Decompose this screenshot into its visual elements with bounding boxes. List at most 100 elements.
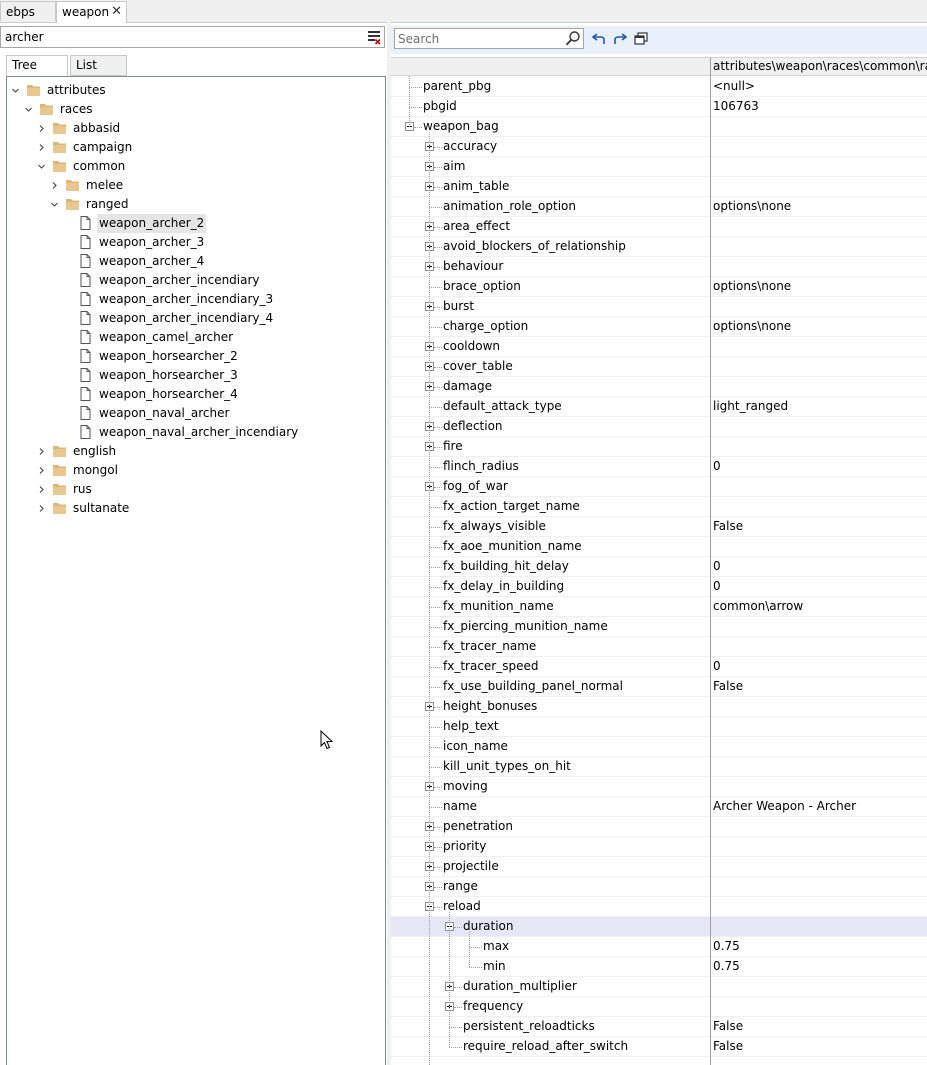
chevron-down-icon[interactable]: [25, 106, 32, 113]
tree-folder-melee[interactable]: melee: [51, 176, 377, 195]
property-row-cooldown[interactable]: cooldown: [391, 337, 927, 357]
tree-file-weapon_archer_incendiary[interactable]: weapon_archer_incendiary: [64, 271, 377, 290]
property-row-fx_piercing_munition_name[interactable]: fx_piercing_munition_name: [391, 617, 927, 637]
property-row-default_attack_type[interactable]: default_attack_type light_ranged: [391, 397, 927, 417]
property-value[interactable]: options\none: [713, 277, 791, 296]
magnifier-icon[interactable]: [565, 30, 581, 47]
tree-folder-rus[interactable]: rus: [38, 480, 377, 499]
tree-folder-ranged[interactable]: ranged: [51, 195, 377, 214]
property-value[interactable]: 0: [713, 657, 721, 676]
chevron-right-icon[interactable]: [38, 448, 45, 455]
property-row-damage[interactable]: damage: [391, 377, 927, 397]
property-row-priority[interactable]: priority: [391, 837, 927, 857]
tree-file-weapon_horsearcher_2[interactable]: weapon_horsearcher_2: [64, 347, 377, 366]
tree-file-weapon_archer_4[interactable]: weapon_archer_4: [64, 252, 377, 271]
copy-windows-icon[interactable]: [633, 31, 649, 47]
chevron-down-icon[interactable]: [12, 87, 19, 94]
tree-file-weapon_archer_3[interactable]: weapon_archer_3: [64, 233, 377, 252]
property-value[interactable]: light_ranged: [713, 397, 788, 416]
property-row-deflection[interactable]: deflection: [391, 417, 927, 437]
navigate-forward-icon[interactable]: [612, 31, 628, 47]
tab-list-view[interactable]: List View: [70, 55, 127, 91]
property-row-fx_use_building_panel_normal[interactable]: fx_use_building_panel_normal False: [391, 677, 927, 697]
property-row-avoid_blockers_of_relationship[interactable]: avoid_blockers_of_relationship: [391, 237, 927, 257]
property-value[interactable]: 0: [713, 557, 721, 576]
tree-folder-attributes[interactable]: attributes: [12, 81, 377, 100]
property-row-range[interactable]: range: [391, 877, 927, 897]
tree-folder-campaign[interactable]: campaign: [38, 138, 377, 157]
chevron-down-icon[interactable]: [51, 201, 58, 208]
property-row-accuracy[interactable]: accuracy: [391, 137, 927, 157]
tree-file-weapon_archer_incendiary_3[interactable]: weapon_archer_incendiary_3: [64, 290, 377, 309]
tree-file-weapon_archer_incendiary_4[interactable]: weapon_archer_incendiary_4: [64, 309, 377, 328]
navigate-back-icon[interactable]: [591, 31, 607, 47]
property-row-fx_always_visible[interactable]: fx_always_visible False: [391, 517, 927, 537]
property-row-weapon_bag[interactable]: weapon_bag: [391, 117, 927, 137]
property-value[interactable]: options\none: [713, 197, 791, 216]
chevron-right-icon[interactable]: [38, 144, 45, 151]
property-value[interactable]: 0: [713, 457, 721, 476]
property-row-behaviour[interactable]: behaviour: [391, 257, 927, 277]
property-row-frequency[interactable]: frequency: [391, 997, 927, 1017]
property-row-duration_multiplier[interactable]: duration_multiplier: [391, 977, 927, 997]
tree-file-weapon_horsearcher_3[interactable]: weapon_horsearcher_3: [64, 366, 377, 385]
property-row-icon_name[interactable]: icon_name: [391, 737, 927, 757]
chevron-right-icon[interactable]: [38, 125, 45, 132]
property-row-fx_aoe_munition_name[interactable]: fx_aoe_munition_name: [391, 537, 927, 557]
tree-file-weapon_archer_2[interactable]: weapon_archer_2: [64, 214, 377, 233]
property-value[interactable]: False: [713, 1037, 743, 1056]
tree-file-weapon_naval_archer[interactable]: weapon_naval_archer: [64, 404, 377, 423]
chevron-down-icon[interactable]: [38, 163, 45, 170]
property-value[interactable]: False: [713, 1017, 743, 1036]
tab-tree-view[interactable]: Tree View: [6, 55, 68, 91]
property-row-flinch_radius[interactable]: flinch_radius 0: [391, 457, 927, 477]
property-value[interactable]: 0.75: [713, 957, 740, 976]
property-row-penetration[interactable]: penetration: [391, 817, 927, 837]
property-row-burst[interactable]: burst: [391, 297, 927, 317]
tree-file-weapon_horsearcher_4[interactable]: weapon_horsearcher_4: [64, 385, 377, 404]
property-row-charge_option[interactable]: charge_option options\none: [391, 317, 927, 337]
property-row-max[interactable]: max 0.75: [391, 937, 927, 957]
property-row-help_text[interactable]: help_text: [391, 717, 927, 737]
property-value[interactable]: False: [713, 677, 743, 696]
tree-file-weapon_naval_archer_incendiary[interactable]: weapon_naval_archer_incendiary: [64, 423, 377, 442]
property-row-fire[interactable]: fire: [391, 437, 927, 457]
property-row-fx_delay_in_building[interactable]: fx_delay_in_building 0: [391, 577, 927, 597]
property-row-require_reload_after_switch[interactable]: require_reload_after_switch False: [391, 1037, 927, 1057]
property-row-animation_role_option[interactable]: animation_role_option options\none: [391, 197, 927, 217]
property-value[interactable]: 106763: [713, 97, 759, 116]
property-row-anim_table[interactable]: anim_table: [391, 177, 927, 197]
property-row-persistent_reloadticks[interactable]: persistent_reloadticks False: [391, 1017, 927, 1037]
doc-tab-weapon[interactable]: weapon ✕: [56, 1, 127, 23]
chevron-right-icon[interactable]: [51, 182, 58, 189]
doc-tab-ebps[interactable]: ebps: [0, 1, 56, 21]
tree-folder-mongol[interactable]: mongol: [38, 461, 377, 480]
property-row-fog_of_war[interactable]: fog_of_war: [391, 477, 927, 497]
property-row-fx_tracer_speed[interactable]: fx_tracer_speed 0: [391, 657, 927, 677]
property-value[interactable]: 0.75: [713, 937, 740, 956]
property-row-height_bonuses[interactable]: height_bonuses: [391, 697, 927, 717]
property-row-pbgid[interactable]: pbgid 106763: [391, 97, 927, 117]
tree-folder-abbasid[interactable]: abbasid: [38, 119, 377, 138]
property-row-area_effect[interactable]: area_effect: [391, 217, 927, 237]
search-input[interactable]: [398, 31, 558, 46]
property-row-parent_pbg[interactable]: parent_pbg <null>: [391, 77, 927, 97]
property-row-name[interactable]: name Archer Weapon - Archer: [391, 797, 927, 817]
property-row-projectile[interactable]: projectile: [391, 857, 927, 877]
property-row-kill_unit_types_on_hit[interactable]: kill_unit_types_on_hit: [391, 757, 927, 777]
property-value[interactable]: 0: [713, 577, 721, 596]
column-divider[interactable]: [710, 57, 711, 1065]
property-row-fx_action_target_name[interactable]: fx_action_target_name: [391, 497, 927, 517]
tree-folder-races[interactable]: races: [25, 100, 377, 119]
property-row-fx_munition_name[interactable]: fx_munition_name common\arrow: [391, 597, 927, 617]
property-row-min[interactable]: min 0.75: [391, 957, 927, 977]
clear-filter-icon[interactable]: [367, 29, 381, 45]
property-row-reload[interactable]: reload: [391, 897, 927, 917]
property-value[interactable]: <null>: [713, 77, 755, 96]
property-row-duration[interactable]: duration: [391, 917, 927, 937]
chevron-right-icon[interactable]: [38, 505, 45, 512]
property-row-aim[interactable]: aim: [391, 157, 927, 177]
property-row-moving[interactable]: moving: [391, 777, 927, 797]
tree-folder-sultanate[interactable]: sultanate: [38, 499, 377, 518]
property-value[interactable]: False: [713, 517, 743, 536]
